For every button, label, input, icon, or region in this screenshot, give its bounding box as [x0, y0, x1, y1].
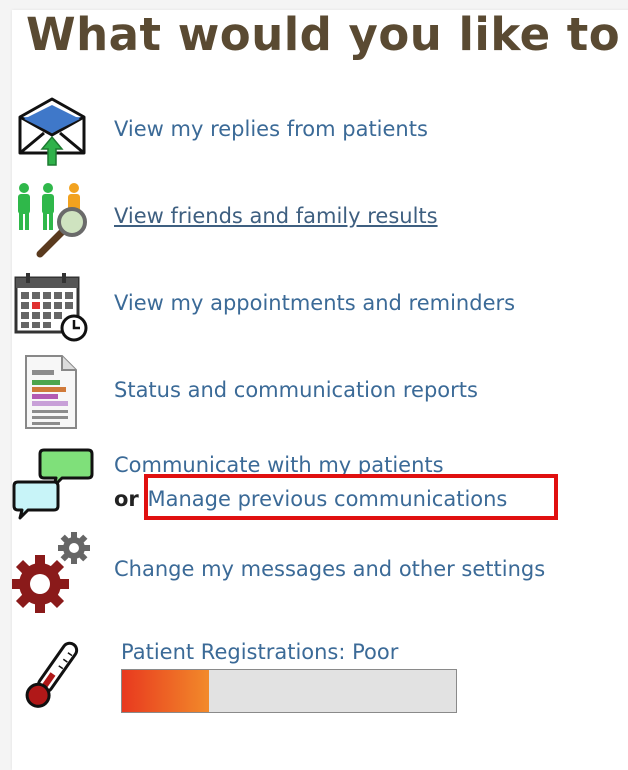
view-appointments-link[interactable]: View my appointments and reminders	[114, 291, 515, 315]
or-manage-line: or Manage previous communications	[114, 487, 507, 511]
speech-bubbles-icon[interactable]	[12, 448, 97, 523]
status-reports-link[interactable]: Status and communication reports	[114, 378, 478, 402]
envelope-reply-icon[interactable]	[12, 95, 92, 170]
page-title: What would you like to	[26, 8, 621, 61]
view-friends-family-link[interactable]: View friends and family results	[114, 204, 438, 228]
gears-icon[interactable]	[12, 530, 97, 615]
thermometer-icon	[25, 641, 79, 708]
registrations-label: Patient Registrations: Poor	[121, 640, 399, 664]
manage-communications-link[interactable]: Manage previous communications	[147, 487, 507, 511]
or-label: or	[114, 487, 139, 511]
view-replies-link[interactable]: View my replies from patients	[114, 117, 428, 141]
report-document-icon[interactable]	[12, 352, 92, 432]
calendar-clock-icon[interactable]	[12, 270, 92, 345]
change-settings-link[interactable]: Change my messages and other settings	[114, 557, 545, 581]
registrations-progress-bar	[121, 669, 457, 713]
communicate-link[interactable]: Communicate with my patients	[114, 453, 444, 477]
people-magnifier-icon[interactable]	[12, 178, 97, 263]
registrations-progress-fill	[122, 670, 209, 712]
